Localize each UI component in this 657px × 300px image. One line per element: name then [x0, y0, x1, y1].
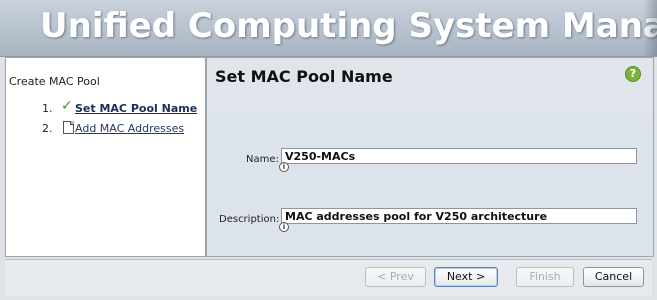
check-icon: ✓ — [61, 98, 73, 114]
help-icon[interactable]: ? — [625, 66, 641, 82]
wizard-title: Create MAC Pool — [9, 75, 100, 88]
step-add-mac-addresses[interactable]: 2. Add MAC Addresses — [6, 121, 205, 137]
wizard-window: Unified Computing System Manager Create … — [0, 0, 657, 300]
description-label: Description: — [219, 214, 280, 225]
info-icon: i — [279, 162, 289, 172]
info-icon: i — [279, 222, 289, 232]
next-button[interactable]: Next > — [434, 267, 498, 287]
step-link-set-mac-pool-name[interactable]: Set MAC Pool Name — [75, 102, 197, 115]
button-bar: < Prev Next > Finish Cancel — [5, 259, 652, 296]
form-area: Name: V250-MACs i Description: MAC addre… — [207, 118, 653, 256]
step-set-mac-pool-name[interactable]: 1. ✓ Set MAC Pool Name — [6, 98, 205, 117]
page-title: Set MAC Pool Name — [215, 67, 393, 86]
finish-button[interactable]: Finish — [516, 267, 574, 287]
app-title: Unified Computing System Manager — [40, 6, 657, 46]
name-field[interactable]: V250-MACs — [281, 148, 637, 164]
cancel-button[interactable]: Cancel — [583, 267, 644, 287]
description-field[interactable]: MAC addresses pool for V250 architecture — [281, 208, 637, 224]
app-banner: Unified Computing System Manager — [0, 0, 657, 57]
content-header: Set MAC Pool Name ? — [207, 58, 653, 119]
step-link-add-mac-addresses[interactable]: Add MAC Addresses — [75, 122, 184, 135]
step-number: 2. — [42, 122, 53, 135]
name-label: Name: — [246, 154, 279, 165]
prev-button[interactable]: < Prev — [365, 267, 426, 287]
banner-edge — [643, 0, 657, 56]
steps-pane: Create MAC Pool 1. ✓ Set MAC Pool Name 2… — [5, 57, 206, 257]
content-pane: Set MAC Pool Name ? Name: V250-MACs i De… — [206, 57, 654, 257]
step-number: 1. — [42, 102, 53, 115]
document-icon — [63, 121, 74, 134]
